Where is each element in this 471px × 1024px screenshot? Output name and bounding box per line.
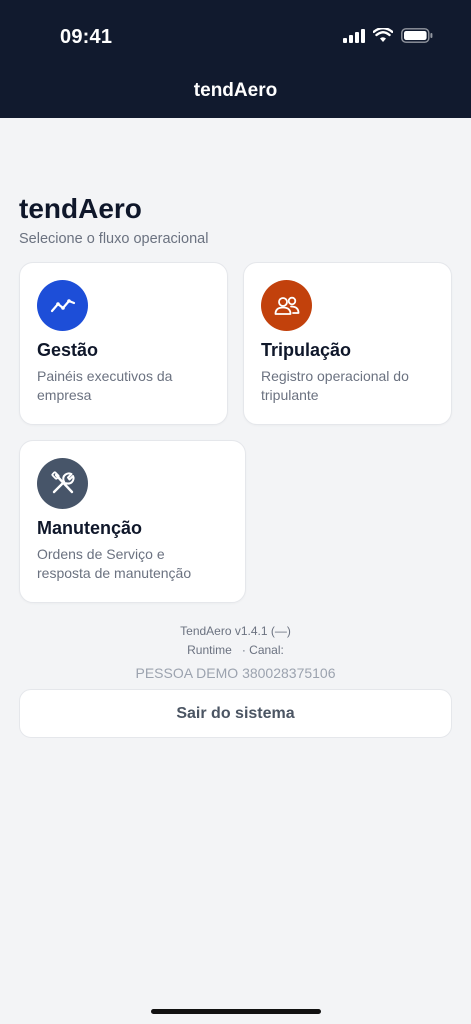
- logout-button[interactable]: Sair do sistema: [19, 689, 452, 738]
- page-subtitle: Selecione o fluxo operacional: [19, 231, 209, 247]
- users-icon: [261, 280, 312, 331]
- page-title: tendAero: [19, 193, 142, 224]
- signal-icon: [343, 28, 365, 48]
- card-title: Tripulação: [261, 340, 352, 360]
- battery-icon: [401, 28, 433, 48]
- card-title: Gestão: [37, 340, 99, 360]
- card-description: Ordens de Serviço e resposta de manutenç…: [37, 546, 192, 581]
- wifi-icon: [372, 26, 394, 48]
- home-indicator[interactable]: [151, 1009, 321, 1014]
- card-tripulacao[interactable]: Tripulação Registro operacional do tripu…: [243, 262, 452, 425]
- card-manutencao[interactable]: Manutenção Ordens de Serviço e resposta …: [19, 440, 246, 603]
- user-identifier: PESSOA DEMO 380028375106: [135, 665, 336, 681]
- header-title: tendAero: [193, 80, 278, 101]
- chart-line-icon: [37, 280, 88, 331]
- card-title: Manutenção: [37, 518, 143, 538]
- app-version: TendAero v1.4.1 (—): [180, 624, 291, 638]
- runtime-info: Runtime · Canal:: [187, 643, 284, 657]
- tools-icon: [37, 458, 88, 509]
- card-description: Registro operacional do tripulante: [261, 368, 409, 403]
- status-time: 09:41: [60, 26, 113, 48]
- status-icons: [343, 26, 433, 48]
- card-description: Painéis executivos da empresa: [37, 368, 173, 403]
- app-header: 09:41 tendAero: [0, 0, 471, 118]
- card-gestao[interactable]: Gestão Painéis executivos da empresa: [19, 262, 228, 425]
